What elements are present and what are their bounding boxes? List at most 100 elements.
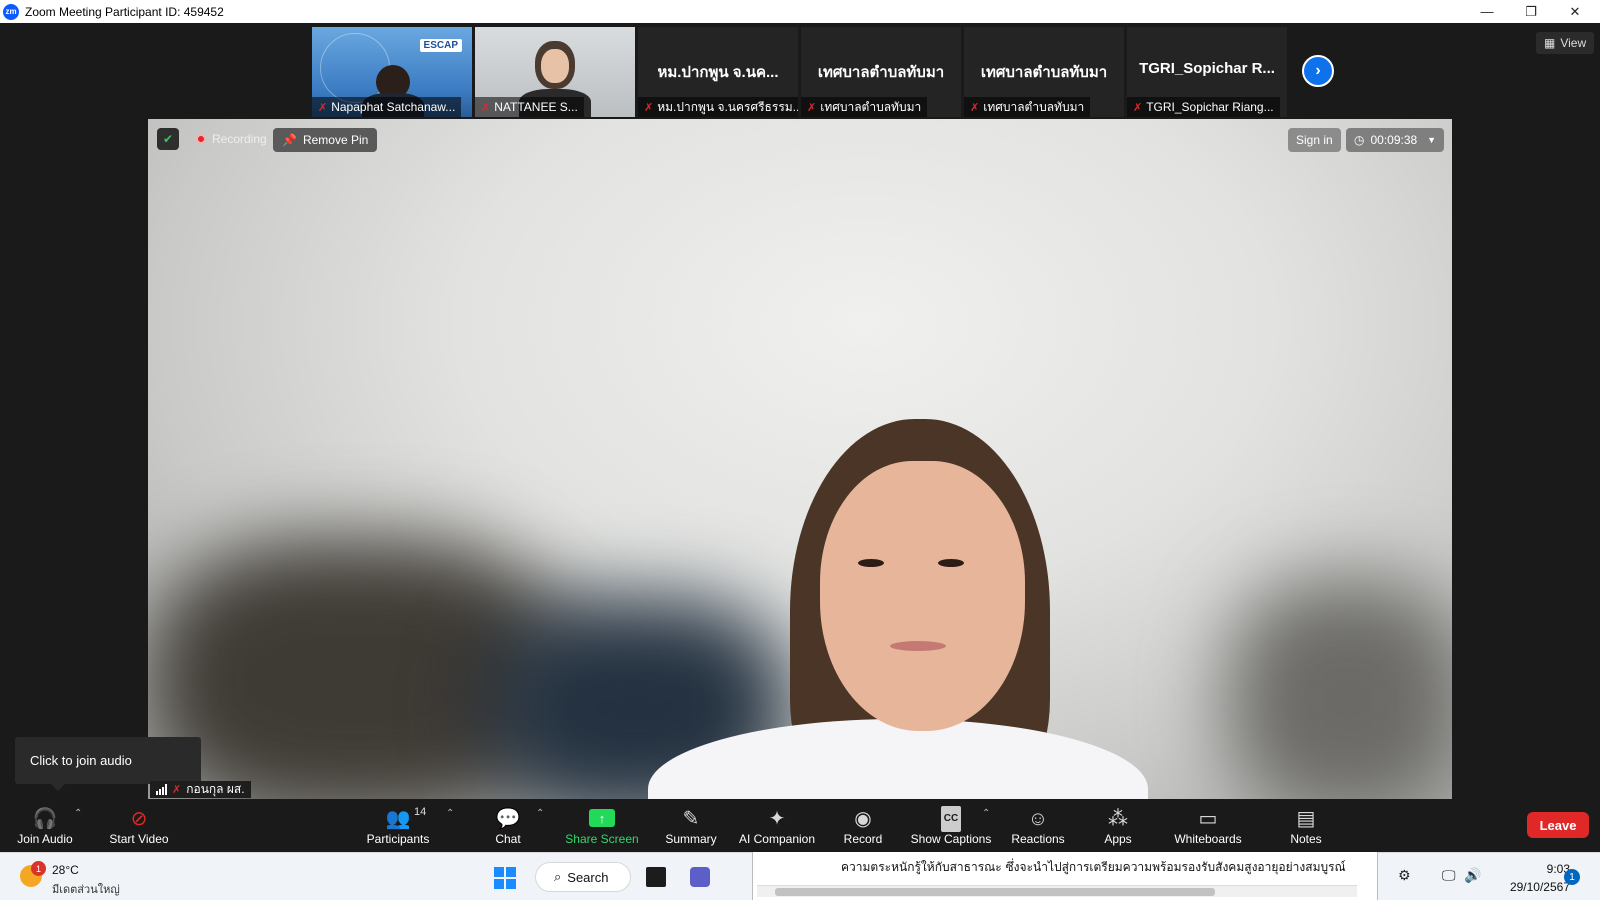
weather-description: มีเดตส่วนใหญ่	[52, 884, 120, 896]
recording-indicator[interactable]: Recording	[188, 128, 275, 150]
thumbnail-label: ✗ เทศบาลตำบลทับมา	[801, 97, 928, 117]
ai-companion-button[interactable]: ✦ AI Companion	[734, 800, 820, 852]
chat-button[interactable]: 💬 Chat	[487, 800, 529, 852]
apps-button[interactable]: ⁂ Apps	[1100, 800, 1136, 852]
teams-chat-icon[interactable]	[690, 867, 710, 887]
mic-off-icon: ✗	[481, 101, 491, 114]
participant-face-icon	[541, 49, 569, 83]
chat-caret-icon[interactable]: ⌃	[536, 808, 544, 819]
self-name-label: ✗ กอนกุล ผส.	[150, 781, 251, 798]
thumbnail-nattanee[interactable]: ✗ NATTANEE S...	[475, 27, 635, 117]
thumbnail-title: TGRI_Sopichar R...	[1139, 60, 1275, 77]
thumbnail-thapma-2[interactable]: เทศบาลตำบลทับมา ✗ เทศบาลตำบลทับมา	[964, 27, 1124, 117]
participants-caret-icon[interactable]: ⌃	[446, 808, 454, 819]
video-off-icon: ⊘	[130, 808, 148, 830]
mic-off-icon: ✗	[970, 101, 980, 114]
audio-options-caret-icon[interactable]: ⌃	[74, 808, 82, 819]
start-video-button[interactable]: ⊘ Start Video	[102, 800, 176, 852]
mic-off-icon: ✗	[807, 101, 817, 114]
share-screen-icon: ↑	[589, 809, 615, 827]
window-title: Zoom Meeting Participant ID: 459452	[25, 4, 224, 19]
thumbnail-tgri-sopichar[interactable]: TGRI_Sopichar R... ✗ TGRI_Sopichar Riang.…	[1127, 27, 1287, 117]
close-button[interactable]: ✕	[1552, 0, 1598, 23]
task-view-icon[interactable]	[646, 867, 666, 887]
window-titlebar: zm Zoom Meeting Participant ID: 459452 —…	[0, 0, 1600, 23]
search-icon: ⌕	[554, 869, 562, 884]
thumbnail-label: ✗ NATTANEE S...	[475, 97, 584, 117]
thumbnail-title: หม.ปากพูน จ.นค...	[657, 64, 779, 81]
speaker-eye	[938, 559, 964, 567]
chat-icon: 💬	[495, 808, 521, 830]
thumbnail-title: เทศบาลตำบลทับมา	[817, 64, 945, 81]
meeting-timer[interactable]: ◷ 00:09:38 ▼	[1346, 128, 1444, 152]
background-blur	[1228, 579, 1452, 799]
speaker-eye	[858, 559, 884, 567]
sign-in-button[interactable]: Sign in	[1288, 128, 1341, 152]
settings-gear-icon[interactable]: ⚙	[1398, 867, 1411, 884]
thumbnail-label: ✗ Napaphat Satchanaw...	[312, 97, 462, 117]
notes-button[interactable]: ▤ Notes	[1288, 800, 1324, 852]
speaker-face	[820, 461, 1025, 731]
network-icon[interactable]: 🖵	[1442, 867, 1456, 884]
headphones-icon: 🎧	[32, 808, 58, 830]
record-dot-icon	[196, 134, 206, 144]
windows-start-icon[interactable]	[494, 867, 516, 889]
document-text-line: ความตระหนักรู้ให้กับสาธารณะ ซึ่งจะนำไปสู…	[841, 860, 1346, 874]
notes-icon: ▤	[1296, 808, 1316, 830]
participants-icon: 👥	[385, 808, 411, 830]
mic-off-icon: ✗	[318, 101, 328, 114]
summary-icon: ✎	[682, 808, 700, 830]
document-window-peek[interactable]: ความตระหนักรู้ให้กับสาธารณะ ซึ่งจะนำไปสู…	[752, 852, 1378, 900]
meeting-toolbar: 🎧 Join Audio ⌃ ⊘ Start Video 👥 Participa…	[0, 800, 1600, 852]
view-label: View	[1560, 36, 1587, 50]
whiteboards-button[interactable]: ▭ Whiteboards	[1170, 800, 1246, 852]
view-button[interactable]: ▦ View	[1536, 32, 1595, 54]
thumbnail-napaphat[interactable]: ESCAP ✗ Napaphat Satchanaw...	[312, 27, 472, 117]
thumbnail-label: ✗ TGRI_Sopichar Riang...	[1127, 97, 1280, 117]
thumbnail-title: เทศบาลตำบลทับมา	[980, 64, 1108, 81]
clock-icon: ◷	[1354, 133, 1365, 147]
thumbnail-label: ✗ เทศบาลตำบลทับมา	[964, 97, 1091, 117]
speaker-lip	[890, 641, 946, 651]
security-shield-icon[interactable]: ✔	[157, 128, 179, 150]
record-button[interactable]: ◉ Record	[838, 800, 888, 852]
volume-icon[interactable]: 🔊	[1464, 867, 1481, 884]
timer-value: 00:09:38	[1370, 133, 1418, 147]
weather-alert-badge: 1	[31, 861, 46, 876]
thumbnail-pakphun[interactable]: หม.ปากพูน จ.นค... ✗ หม.ปากพูน จ.นครศรีธรร…	[638, 27, 798, 117]
whiteboard-icon: ▭	[1198, 808, 1218, 830]
next-page-button[interactable]: ›	[1302, 55, 1334, 87]
signal-strength-icon	[156, 784, 167, 795]
escap-logo: ESCAP	[419, 39, 462, 52]
chevron-down-icon: ▼	[1427, 135, 1436, 145]
weather-temperature[interactable]: 28°C	[52, 863, 79, 877]
summary-button[interactable]: ✎ Summary	[660, 800, 722, 852]
captions-caret-icon[interactable]: ⌃	[982, 808, 990, 819]
document-horizontal-scrollbar[interactable]	[757, 885, 1357, 897]
remove-pin-label: Remove Pin	[302, 133, 369, 147]
taskbar-time[interactable]: 9:03	[1522, 862, 1570, 876]
recording-label: Recording	[212, 132, 267, 146]
record-icon: ◉	[854, 808, 872, 830]
share-screen-button[interactable]: ↑ Share Screen	[562, 800, 642, 852]
reactions-button[interactable]: ☺ Reactions	[1010, 800, 1066, 852]
participants-count: 14	[414, 806, 427, 818]
taskbar-search[interactable]: ⌕ Search	[535, 862, 631, 892]
join-audio-button[interactable]: 🎧 Join Audio	[10, 800, 80, 852]
mic-off-icon: ✗	[172, 784, 182, 796]
captions-icon: CC	[940, 806, 962, 832]
thumbnail-thapma-1[interactable]: เทศบาลตำบลทับมา ✗ เทศบาลตำบลทับมา	[801, 27, 961, 117]
taskbar-date[interactable]: 29/10/2567	[1494, 880, 1570, 894]
scrollbar-thumb[interactable]	[775, 888, 1215, 896]
notification-badge[interactable]: 1	[1564, 869, 1580, 885]
grid-view-icon: ▦	[1544, 36, 1556, 50]
apps-icon: ⁂	[1108, 808, 1128, 830]
zoom-logo-icon: zm	[3, 3, 19, 20]
join-audio-tooltip: Click to join audio	[15, 737, 201, 791]
restore-button[interactable]: ❐	[1508, 0, 1554, 23]
minimize-button[interactable]: —	[1464, 0, 1510, 23]
thumbnail-label: ✗ หม.ปากพูน จ.นครศรีธรรม...	[638, 97, 798, 117]
smiley-icon: ☺	[1027, 808, 1049, 830]
leave-button[interactable]: Leave	[1527, 812, 1589, 838]
remove-pin-button[interactable]: 📌 Remove Pin	[273, 128, 378, 152]
